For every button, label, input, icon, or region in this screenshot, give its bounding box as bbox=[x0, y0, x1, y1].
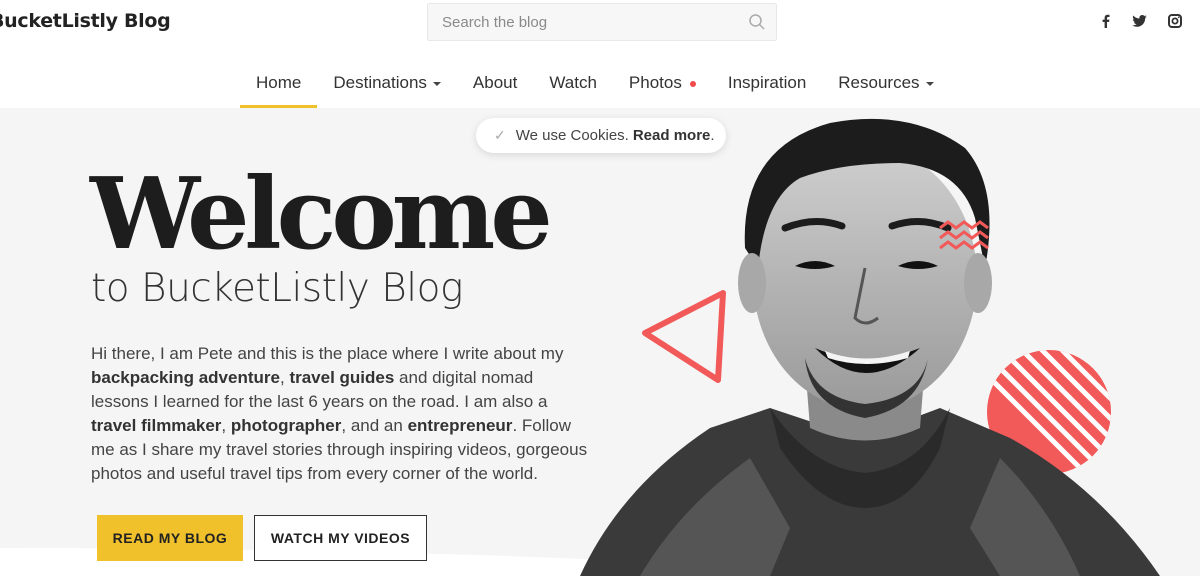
hero-title: Welcome bbox=[90, 157, 553, 272]
intro-text: , bbox=[279, 368, 285, 387]
intro-bold: photographer bbox=[230, 416, 342, 435]
nav-item-label: Watch bbox=[549, 73, 597, 92]
instagram-icon[interactable] bbox=[1167, 13, 1183, 29]
search-box bbox=[427, 3, 777, 41]
intro-bold: travel guides bbox=[289, 368, 395, 387]
search-input[interactable] bbox=[428, 4, 776, 40]
intro-bold: backpacking adventure bbox=[91, 368, 280, 387]
chevron-down-icon bbox=[925, 82, 934, 86]
nav-item-label: Resources bbox=[838, 73, 920, 92]
hero-intro: Hi there, I am Pete and this is the plac… bbox=[91, 342, 591, 486]
search-icon[interactable] bbox=[748, 13, 766, 31]
read-my-blog-button[interactable]: READ MY BLOG bbox=[97, 515, 243, 561]
cookie-read-more-link[interactable]: Read more bbox=[633, 127, 711, 144]
watch-my-videos-button[interactable]: WATCH MY VIDEOS bbox=[254, 515, 427, 561]
nav-item-about[interactable]: About bbox=[457, 58, 533, 108]
site-header: BucketListly Blog Home Destinations Abou… bbox=[0, 0, 1200, 108]
check-icon: ✓ bbox=[494, 127, 506, 143]
author-portrait bbox=[580, 118, 1160, 576]
new-badge-dot bbox=[689, 81, 696, 87]
nav-item-label: Home bbox=[256, 73, 302, 92]
nav-item-destinations[interactable]: Destinations bbox=[317, 58, 457, 108]
intro-text: Hi there, I am Pete and this is the plac… bbox=[91, 344, 564, 363]
site-logo[interactable]: BucketListly Blog bbox=[0, 10, 171, 32]
cookie-text: We use Cookies. bbox=[515, 127, 629, 144]
nav-item-label: Photos bbox=[628, 73, 682, 92]
hero-section: ✓ We use Cookies. Read more. Welcome to … bbox=[0, 108, 1200, 576]
nav-item-label: About bbox=[472, 73, 518, 92]
nav-item-watch[interactable]: Watch bbox=[533, 58, 613, 108]
intro-text: , bbox=[221, 416, 227, 435]
nav-item-photos[interactable]: Photos bbox=[613, 58, 712, 108]
intro-bold: travel filmmaker bbox=[91, 416, 222, 435]
nav-item-home[interactable]: Home bbox=[240, 58, 318, 108]
facebook-icon[interactable] bbox=[1097, 13, 1113, 29]
nav-item-resources[interactable]: Resources bbox=[822, 58, 949, 108]
nav-item-inspiration[interactable]: Inspiration bbox=[712, 58, 822, 108]
triangle-decoration bbox=[642, 290, 726, 383]
chevron-down-icon bbox=[432, 82, 441, 86]
nav-item-label: Inspiration bbox=[727, 73, 807, 92]
intro-bold: entrepreneur bbox=[407, 416, 513, 435]
nav-item-label: Destinations bbox=[333, 73, 427, 92]
cookie-notice: ✓ We use Cookies. Read more. bbox=[476, 118, 726, 153]
main-nav: Home Destinations About Watch Photos Ins… bbox=[240, 58, 950, 108]
cookie-suffix: . bbox=[710, 127, 715, 144]
hero-subtitle: to BucketListly Blog bbox=[91, 266, 463, 311]
intro-text: , and an bbox=[341, 416, 403, 435]
twitter-icon[interactable] bbox=[1131, 13, 1147, 29]
